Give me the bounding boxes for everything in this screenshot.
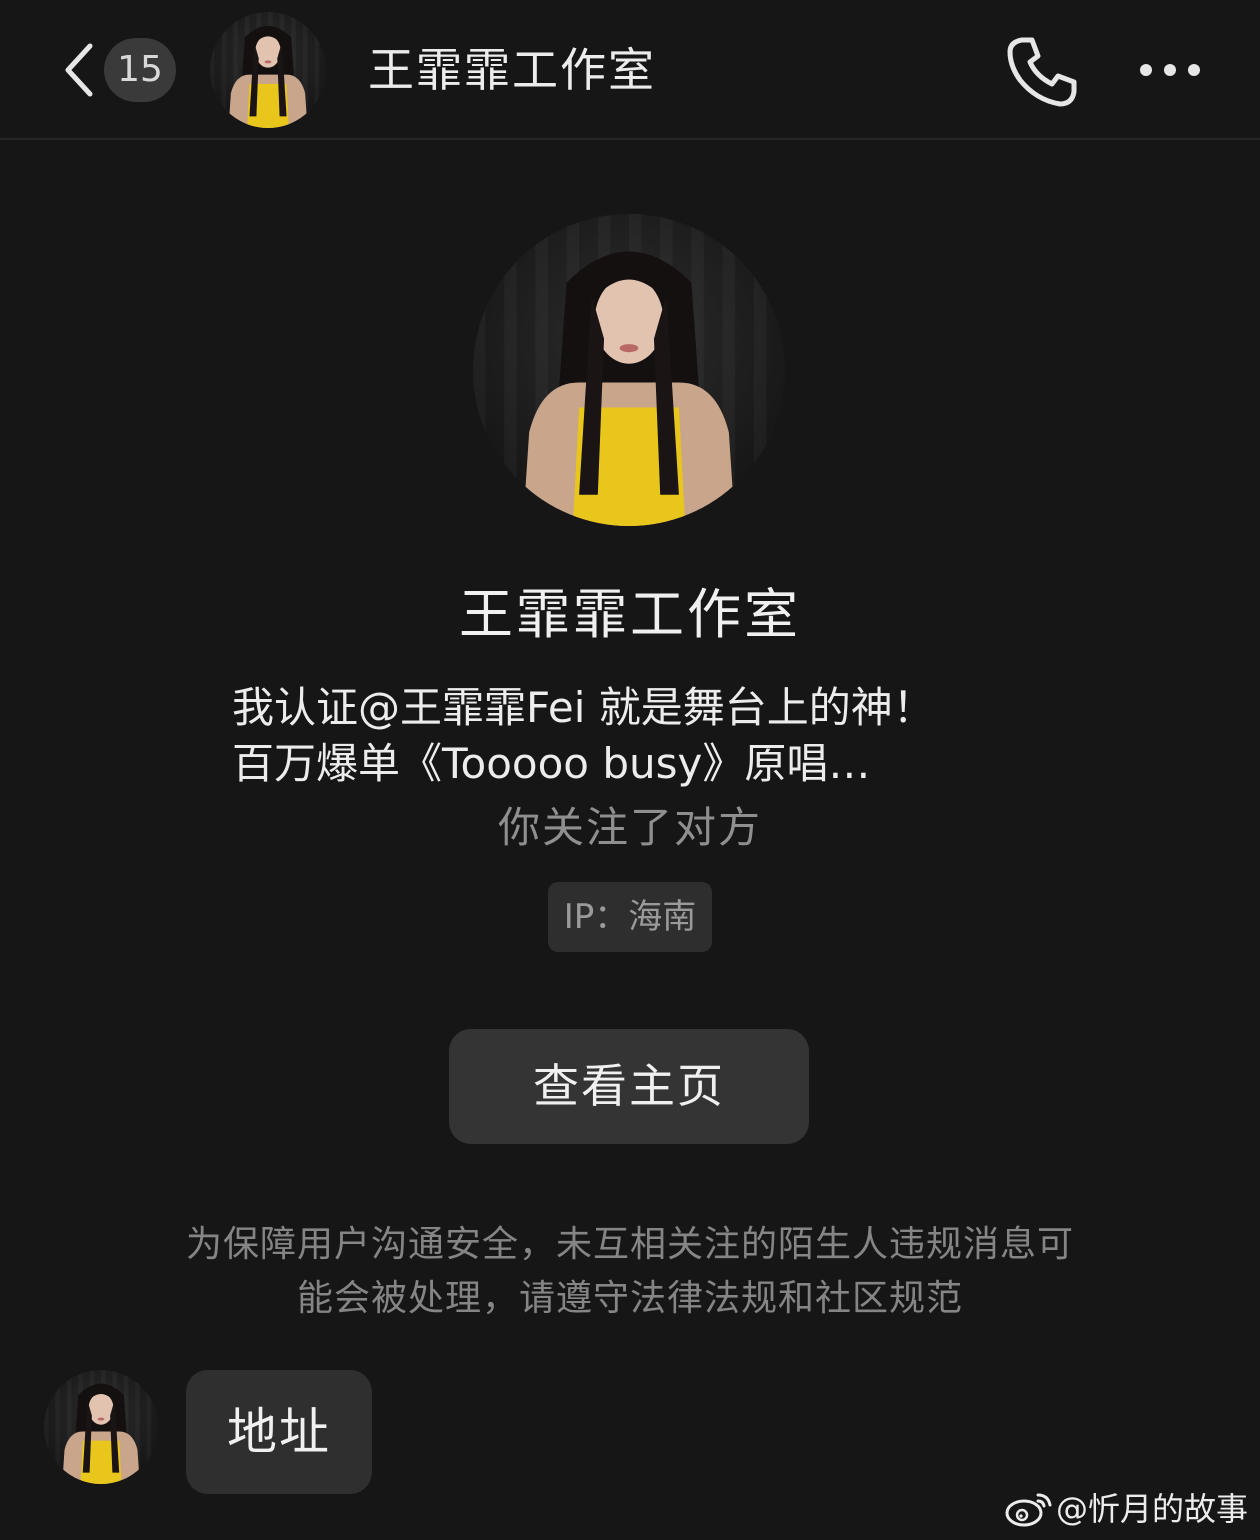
- weibo-logo-icon: [1005, 1493, 1052, 1527]
- profile-bio-line: 我认证@王霏霏Fei 就是舞台上的神！: [232, 683, 935, 732]
- view-profile-button[interactable]: 查看主页: [449, 1029, 809, 1144]
- safety-notice-line: 为保障用户沟通安全，未互相关注的陌生人违规消息可: [185, 1224, 1074, 1265]
- follow-status: 你关注了对方: [497, 803, 762, 852]
- chat-header: 15 王霏霏工作室: [0, 0, 1260, 140]
- unread-count-badge[interactable]: 15: [104, 38, 176, 102]
- profile-bio: 我认证@王霏霏Fei 就是舞台上的神！ 百万爆单《Tooooo busy》原唱…: [232, 680, 1052, 792]
- profile-name: 王霏霏工作室: [459, 583, 801, 646]
- chevron-left-icon: [65, 43, 93, 97]
- safety-notice-line: 能会被处理，请遵守法律法规和社区规范: [296, 1278, 963, 1319]
- ip-location-badge: IP：海南: [548, 882, 712, 952]
- phone-icon: [1007, 37, 1077, 107]
- safety-notice: 为保障用户沟通安全，未互相关注的陌生人违规消息可 能会被处理，请遵守法律法规和社…: [150, 1218, 1110, 1326]
- watermark: @忻月的故事: [1004, 1484, 1260, 1534]
- profile-avatar[interactable]: [473, 214, 785, 526]
- message-sender-avatar[interactable]: [44, 1370, 158, 1484]
- profile-bio-line: 百万爆单《Tooooo busy》原唱…: [232, 739, 871, 788]
- watermark-text: @忻月的故事: [1056, 1490, 1249, 1528]
- chat-title: 王霏霏工作室: [368, 43, 656, 97]
- back-button[interactable]: [58, 38, 102, 102]
- chat-screen: 15 王霏霏工作室 王霏霏工作室 我认证@王霏霏Fei 就是舞台上的神！ 百万爆…: [0, 0, 1260, 1540]
- message-bubble[interactable]: 地址: [186, 1370, 372, 1494]
- call-button[interactable]: [1000, 30, 1084, 114]
- contact-avatar[interactable]: [210, 12, 326, 128]
- more-options-button[interactable]: [1132, 46, 1212, 94]
- ellipsis-icon: [1140, 64, 1200, 76]
